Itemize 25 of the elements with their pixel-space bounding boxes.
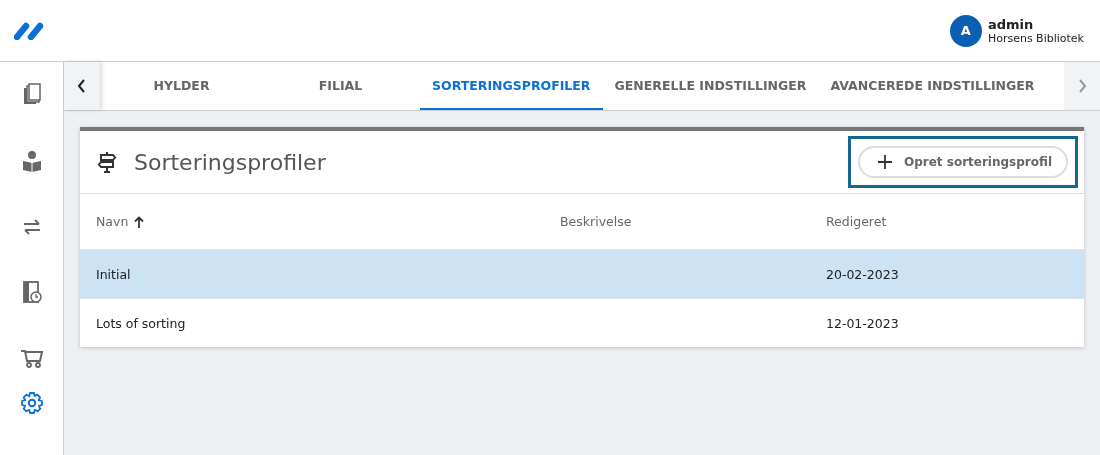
column-header[interactable]: Beskrivelse (560, 214, 632, 229)
scroll-left-button[interactable] (64, 62, 100, 110)
tab[interactable]: GENERELLE INDSTILLINGER (602, 62, 819, 110)
table-cell: Initial (96, 266, 131, 282)
card-title: Sorteringsprofiler (134, 149, 327, 175)
chevron-right-icon (1076, 79, 1088, 93)
tab[interactable]: HYLDER (102, 62, 261, 110)
plus-icon (878, 155, 892, 169)
signpost-icon (96, 151, 118, 173)
create-button[interactable]: Opret sorteringsprofil (858, 146, 1068, 178)
tab[interactable]: AVANCEREDE INDSTILLINGER (818, 62, 1047, 110)
table-cell: Lots of sorting (96, 315, 186, 331)
column-header[interactable]: Navn (96, 214, 145, 229)
table-cell: 20-02-2023 (826, 266, 899, 282)
user-avatar[interactable]: A (949, 14, 982, 47)
tab[interactable]: SORTERINGSPROFILER (420, 62, 603, 110)
library-name: Horsens Bibliotek (987, 31, 1084, 45)
user-name: admin (987, 16, 1035, 32)
table-row[interactable]: Lots of sorting 12-01-2023 (80, 298, 1084, 347)
table-row[interactable]: Initial 20-02-2023 (80, 249, 1084, 298)
column-header[interactable]: Redigeret (826, 214, 887, 229)
table-cell: 12-01-2023 (826, 315, 899, 331)
chevron-left-icon (76, 79, 88, 93)
settings-icon (19, 390, 44, 415)
tab[interactable]: FILIAL (261, 62, 420, 110)
